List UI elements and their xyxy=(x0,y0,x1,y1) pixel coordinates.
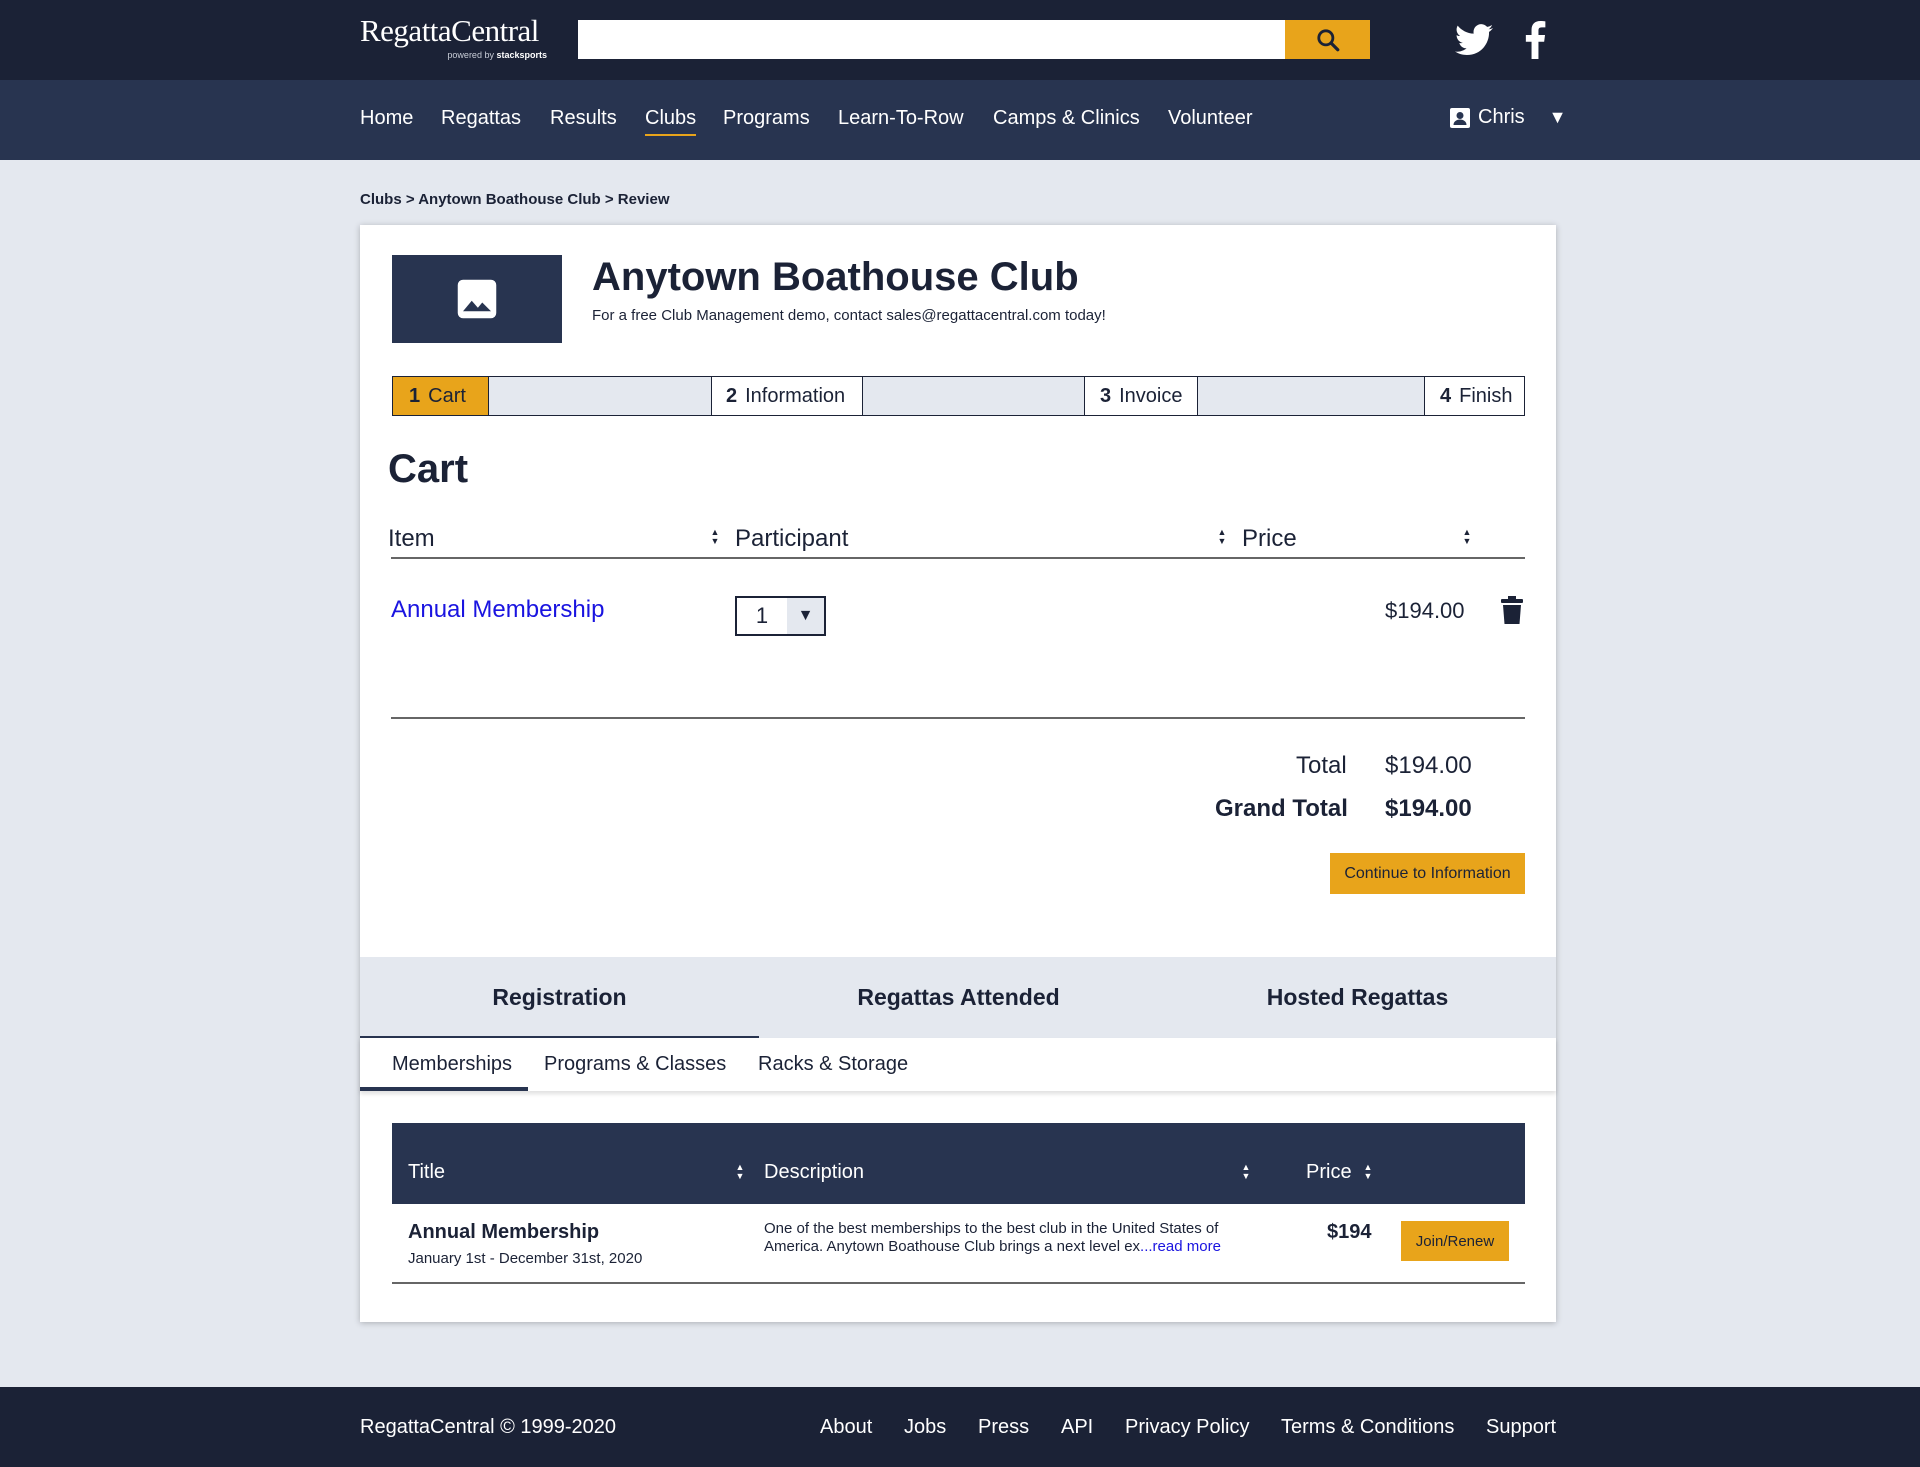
club-logo-placeholder xyxy=(392,255,562,343)
footer-link-support[interactable]: Support xyxy=(1486,1416,1556,1439)
cart-item-link[interactable]: Annual Membership xyxy=(391,596,604,624)
footer: RegattaCentral © 1999-2020 About Jobs Pr… xyxy=(0,1387,1920,1467)
footer-link-press[interactable]: Press xyxy=(978,1416,1029,1439)
registration-subtabs: Memberships Programs & Classes Racks & S… xyxy=(360,1038,1556,1091)
logo-powered-by: powered by stacksports xyxy=(447,50,547,60)
total-label: Total xyxy=(1296,752,1347,779)
sort-icon[interactable]: ▲ ▼ xyxy=(1216,528,1228,546)
nav-programs[interactable]: Programs xyxy=(723,106,810,130)
user-name: Chris xyxy=(1478,106,1525,128)
divider xyxy=(391,557,1525,559)
participant-select[interactable]: 1 ▼ xyxy=(735,596,826,636)
breadcrumb: Clubs > Anytown Boathouse Club > Review xyxy=(360,191,670,208)
step-invoice[interactable]: 3 Invoice xyxy=(1084,377,1198,415)
main-nav: Home Regattas Results Clubs Programs Lea… xyxy=(0,80,1920,160)
column-header-price[interactable]: Price xyxy=(1306,1161,1352,1184)
registration-tabs: Registration Regattas Attended Hosted Re… xyxy=(360,957,1557,1040)
chevron-down-icon: ▼ xyxy=(787,598,824,634)
nav-home[interactable]: Home xyxy=(360,106,413,130)
sort-icon[interactable]: ▲ ▼ xyxy=(709,528,721,546)
twitter-icon xyxy=(1455,24,1493,56)
membership-price: $194 xyxy=(1327,1221,1372,1243)
membership-title: Annual Membership xyxy=(408,1221,600,1243)
sort-icon[interactable]: ▲ ▼ xyxy=(1240,1163,1252,1181)
subtab-memberships[interactable]: Memberships xyxy=(360,1038,529,1091)
footer-link-privacy-policy[interactable]: Privacy Policy xyxy=(1125,1416,1249,1439)
nav-results[interactable]: Results xyxy=(550,106,617,130)
grand-total-label: Grand Total xyxy=(1215,795,1348,822)
facebook-icon xyxy=(1525,21,1546,59)
read-more-link[interactable]: ...read more xyxy=(1140,1238,1221,1255)
membership-dates: January 1st - December 31st, 2020 xyxy=(408,1250,643,1267)
search-button[interactable] xyxy=(1285,20,1370,59)
account-box-icon xyxy=(1450,107,1470,128)
delete-item-button[interactable] xyxy=(1501,596,1525,626)
cart-item-price: $194.00 xyxy=(1385,598,1465,623)
nav-learn-to-row[interactable]: Learn-To-Row xyxy=(838,106,964,130)
tab-hosted-regattas[interactable]: Hosted Regattas xyxy=(1158,957,1557,1038)
footer-link-jobs[interactable]: Jobs xyxy=(904,1416,946,1439)
column-header-participant[interactable]: Participant xyxy=(735,525,848,553)
tab-registration[interactable]: Registration xyxy=(360,957,759,1040)
step-cart[interactable]: 1 Cart xyxy=(393,377,489,415)
membership-description: One of the best memberships to the best … xyxy=(764,1220,1221,1255)
column-header-title[interactable]: Title xyxy=(408,1161,445,1184)
column-header-price[interactable]: Price xyxy=(1242,525,1297,553)
twitter-link[interactable] xyxy=(1452,18,1496,62)
divider xyxy=(391,717,1525,719)
subtab-programs-classes[interactable]: Programs & Classes xyxy=(544,1038,726,1091)
sort-icon[interactable]: ▲ ▼ xyxy=(1461,528,1473,546)
club-subtitle: For a free Club Management demo, contact… xyxy=(592,307,1106,324)
nav-volunteer[interactable]: Volunteer xyxy=(1168,106,1253,130)
join-renew-button[interactable]: Join/Renew xyxy=(1401,1221,1509,1261)
sort-icon[interactable]: ▲ ▼ xyxy=(734,1163,746,1181)
club-name: Anytown Boathouse Club xyxy=(592,255,1079,299)
step-finish[interactable]: 4 Finish xyxy=(1424,377,1524,415)
top-bar: RegattaCentral powered by stacksports xyxy=(0,0,1920,80)
facebook-link[interactable] xyxy=(1513,18,1557,62)
tab-regattas-attended[interactable]: Regattas Attended xyxy=(759,957,1158,1038)
continue-to-information-button[interactable]: Continue to Information xyxy=(1330,853,1525,894)
footer-link-api[interactable]: API xyxy=(1061,1416,1093,1439)
total-value: $194.00 xyxy=(1385,752,1472,779)
sort-icon[interactable]: ▲ ▼ xyxy=(1362,1163,1374,1181)
cart-heading: Cart xyxy=(388,447,469,491)
nav-camps-clinics[interactable]: Camps & Clinics xyxy=(993,106,1140,130)
grand-total-value: $194.00 xyxy=(1385,795,1472,822)
checkout-stepper: 1 Cart 2 Information 3 Invoice 4 Finish xyxy=(392,376,1525,416)
nav-clubs[interactable]: Clubs xyxy=(645,106,697,136)
step-information[interactable]: 2 Information xyxy=(711,377,863,415)
image-placeholder-icon xyxy=(457,279,497,319)
column-header-item[interactable]: Item xyxy=(388,525,435,553)
subtab-racks-storage[interactable]: Racks & Storage xyxy=(758,1038,908,1091)
search-input[interactable] xyxy=(578,20,1285,59)
regattacentral-logo[interactable]: RegattaCentral powered by stacksports xyxy=(360,14,560,66)
footer-link-about[interactable]: About xyxy=(820,1416,872,1439)
trash-icon xyxy=(1501,596,1523,624)
user-menu[interactable]: Chris ▼ xyxy=(1450,106,1567,129)
chevron-down-icon: ▼ xyxy=(1548,107,1567,127)
search-icon xyxy=(1316,28,1339,51)
participant-select-value: 1 xyxy=(737,598,787,634)
copyright: RegattaCentral © 1999-2020 xyxy=(360,1416,617,1438)
table-row: Annual Membership January 1st - December… xyxy=(392,1204,1525,1284)
logo-text: RegattaCentral xyxy=(360,13,539,48)
club-card: Anytown Boathouse Club For a free Club M… xyxy=(360,225,1556,1322)
footer-link-terms-conditions[interactable]: Terms & Conditions xyxy=(1281,1416,1454,1439)
column-header-description[interactable]: Description xyxy=(764,1161,864,1184)
table-header: Title ▲ ▼ Description ▲ ▼ Price ▲ ▼ xyxy=(392,1123,1525,1204)
nav-regattas[interactable]: Regattas xyxy=(441,106,521,130)
